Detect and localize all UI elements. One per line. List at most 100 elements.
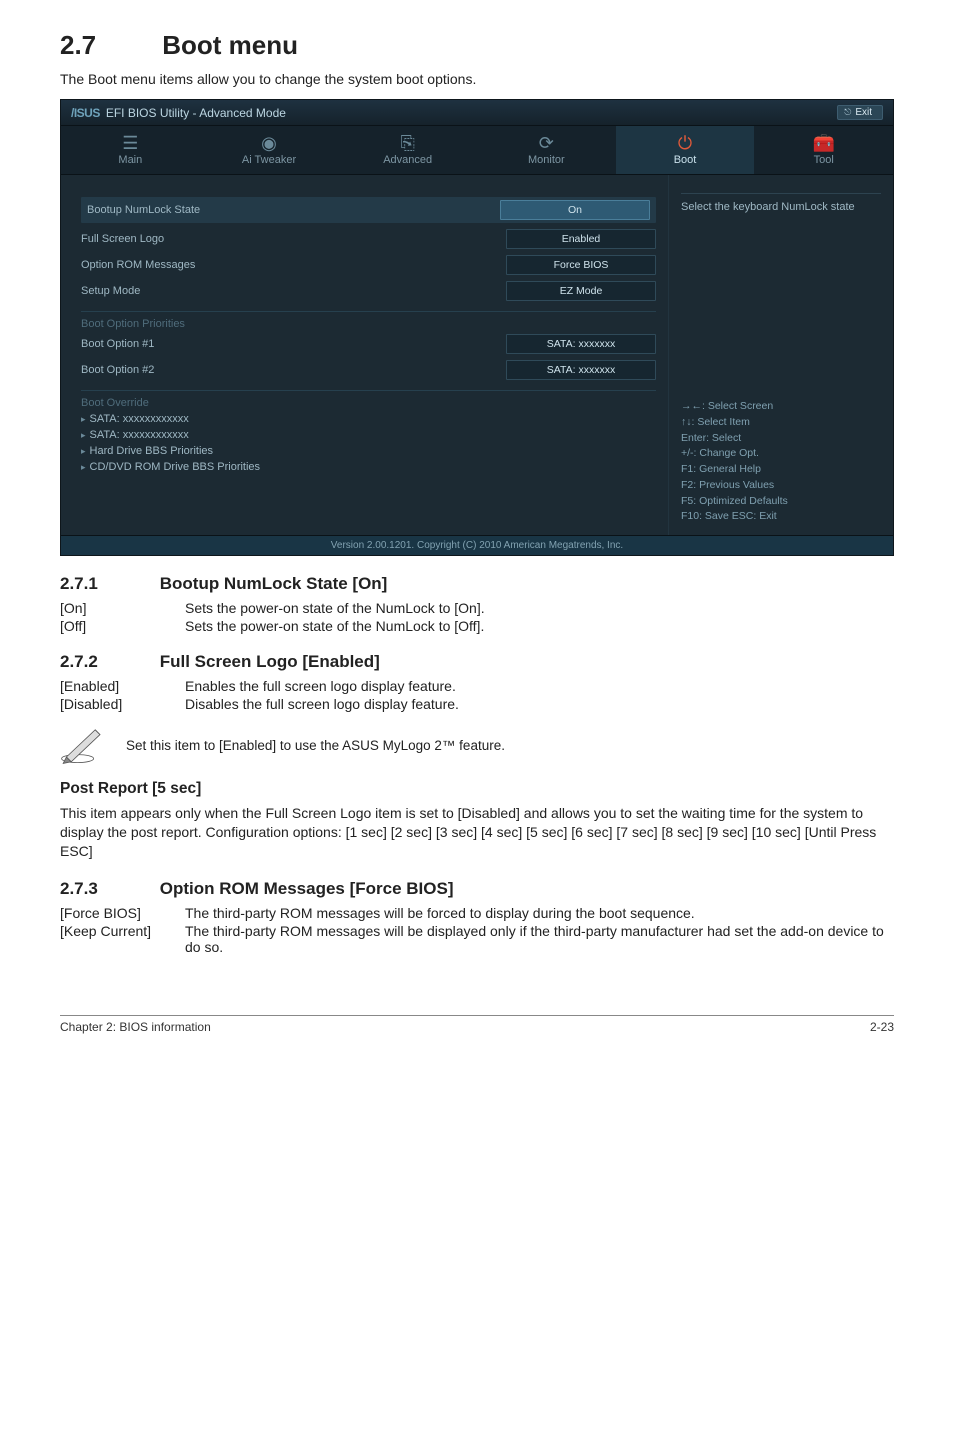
subsection-273-title: Option ROM Messages [Force BIOS]	[160, 879, 454, 898]
bios-keyhelp-line: F2: Previous Values	[681, 478, 881, 494]
subsection-273-heading: 2.7.3 Option ROM Messages [Force BIOS]	[60, 879, 894, 899]
def-on: [On] Sets the power-on state of the NumL…	[60, 600, 894, 616]
def-disabled-val: Disables the full screen logo display fe…	[185, 696, 894, 712]
bios-override-header: Boot Override	[81, 390, 656, 409]
page-footer: Chapter 2: BIOS information 2-23	[60, 1015, 894, 1034]
bios-logo-prefix: /ISUS	[71, 106, 100, 120]
def-on-val: Sets the power-on state of the NumLock t…	[185, 600, 894, 616]
bios-override-hdd[interactable]: Hard Drive BBS Priorities	[81, 445, 656, 457]
bios-override-sata2[interactable]: SATA: xxxxxxxxxxxx	[81, 429, 656, 441]
section-intro: The Boot menu items allow you to change …	[60, 71, 894, 87]
bios-exit-label: Exit	[855, 107, 872, 118]
bios-override-hdd-label: Hard Drive BBS Priorities	[90, 445, 213, 457]
bios-key-help: →←: Select Screen ↑↓: Select Item Enter:…	[681, 399, 881, 525]
advanced-icon: ⎘	[338, 134, 477, 152]
bios-keyhelp-line: ↑↓: Select Item	[681, 415, 881, 431]
deflist-272: [Enabled] Enables the full screen logo d…	[60, 678, 894, 712]
bios-row-optrom[interactable]: Option ROM Messages Force BIOS	[81, 255, 656, 275]
subsection-271-title: Bootup NumLock State [On]	[160, 574, 388, 593]
bios-help-text: Select the keyboard NumLock state	[681, 193, 881, 214]
bios-row-setupmode[interactable]: Setup Mode EZ Mode	[81, 281, 656, 301]
tool-icon: 🧰	[754, 134, 893, 152]
post-report-body: This item appears only when the Full Scr…	[60, 804, 894, 861]
footer-page-number: 2-23	[870, 1020, 894, 1034]
bios-version-footer: Version 2.00.1201. Copyright (C) 2010 Am…	[61, 535, 893, 555]
bios-exit-button[interactable]: Exit	[837, 105, 883, 120]
bios-keyhelp-line: →←: Select Screen	[681, 399, 881, 415]
bios-numlock-value[interactable]: On	[500, 200, 650, 220]
pen-icon	[60, 724, 108, 766]
bios-fslogo-label: Full Screen Logo	[81, 233, 506, 245]
subsection-271-heading: 2.7.1 Bootup NumLock State [On]	[60, 574, 894, 594]
def-disabled-key: [Disabled]	[60, 696, 185, 712]
bios-tab-advanced-label: Advanced	[383, 154, 432, 166]
def-keepcurrent: [Keep Current] The third-party ROM messa…	[60, 923, 894, 955]
bios-tab-boot[interactable]: ⏻ Boot	[616, 126, 755, 174]
tweaker-icon: ◉	[200, 134, 339, 152]
bios-keyhelp-line: Enter: Select	[681, 431, 881, 447]
bios-header-title: EFI BIOS Utility - Advanced Mode	[106, 106, 286, 120]
note-text: Set this item to [Enabled] to use the AS…	[126, 738, 505, 753]
bios-keyhelp-line: F10: Save ESC: Exit	[681, 509, 881, 525]
bios-fslogo-value[interactable]: Enabled	[506, 229, 656, 249]
bios-optrom-value[interactable]: Force BIOS	[506, 255, 656, 275]
bios-tab-monitor[interactable]: ⟳Monitor	[477, 126, 616, 174]
bios-row-bootopt2[interactable]: Boot Option #2 SATA: xxxxxxx	[81, 360, 656, 380]
subsection-271-num: 2.7.1	[60, 574, 155, 594]
bios-setupmode-value[interactable]: EZ Mode	[506, 281, 656, 301]
bios-main-panel: Bootup NumLock State On Full Screen Logo…	[61, 175, 668, 535]
def-off-val: Sets the power-on state of the NumLock t…	[185, 618, 894, 634]
list-icon: ☰	[61, 134, 200, 152]
bios-logo: /ISUS	[71, 106, 100, 120]
deflist-271: [On] Sets the power-on state of the NumL…	[60, 600, 894, 634]
bios-keyhelp-line: F1: General Help	[681, 462, 881, 478]
def-enabled-key: [Enabled]	[60, 678, 185, 694]
def-keepcurrent-val: The third-party ROM messages will be dis…	[185, 923, 894, 955]
bios-tab-advanced[interactable]: ⎘ Advanced	[338, 126, 477, 174]
post-report-heading: Post Report [5 sec]	[60, 780, 894, 798]
def-keepcurrent-key: [Keep Current]	[60, 923, 185, 955]
bios-bootopt1-value[interactable]: SATA: xxxxxxx	[506, 334, 656, 354]
bios-tab-bar: ☰ Main ◉ Ai Tweaker ⎘ Advanced ⟳Monitor ⏻ Bo…	[61, 126, 893, 175]
subsection-272-title: Full Screen Logo [Enabled]	[160, 652, 380, 671]
def-forcebios-key: [Force BIOS]	[60, 905, 185, 921]
def-enabled: [Enabled] Enables the full screen logo d…	[60, 678, 894, 694]
bios-tab-boot-label: Boot	[674, 154, 697, 166]
bios-numlock-label: Bootup NumLock State	[87, 204, 500, 216]
bios-tab-main-label: Main	[118, 154, 142, 166]
def-enabled-val: Enables the full screen logo display fea…	[185, 678, 894, 694]
bios-body: Bootup NumLock State On Full Screen Logo…	[61, 175, 893, 535]
bios-tab-tool[interactable]: 🧰 Tool	[754, 126, 893, 174]
bios-tab-tool-label: Tool	[814, 154, 834, 166]
bios-tab-tweaker-label: Ai Tweaker	[242, 154, 296, 166]
power-icon: ⏻	[616, 134, 755, 152]
subsection-272-heading: 2.7.2 Full Screen Logo [Enabled]	[60, 652, 894, 672]
def-forcebios-val: The third-party ROM messages will be for…	[185, 905, 894, 921]
bios-tab-main[interactable]: ☰ Main	[61, 126, 200, 174]
subsection-273-num: 2.7.3	[60, 879, 155, 899]
bios-keyhelp-line: +/-: Change Opt.	[681, 446, 881, 462]
bios-row-fslogo[interactable]: Full Screen Logo Enabled	[81, 229, 656, 249]
bios-setupmode-label: Setup Mode	[81, 285, 506, 297]
subsection-272-num: 2.7.2	[60, 652, 155, 672]
bios-tab-tweaker[interactable]: ◉ Ai Tweaker	[200, 126, 339, 174]
def-off-key: [Off]	[60, 618, 185, 634]
section-title-text: Boot menu	[162, 30, 298, 60]
bios-optrom-label: Option ROM Messages	[81, 259, 506, 271]
def-off: [Off] Sets the power-on state of the Num…	[60, 618, 894, 634]
bios-override-cddvd-label: CD/DVD ROM Drive BBS Priorities	[90, 461, 261, 473]
bios-row-numlock[interactable]: Bootup NumLock State On	[81, 197, 656, 223]
bios-priorities-header: Boot Option Priorities	[81, 311, 656, 330]
section-number: 2.7	[60, 30, 155, 61]
section-heading: 2.7 Boot menu	[60, 30, 894, 61]
bios-override-sata2-label: SATA: xxxxxxxxxxxx	[90, 429, 189, 441]
bios-bootopt2-label: Boot Option #2	[81, 364, 506, 376]
bios-row-bootopt1[interactable]: Boot Option #1 SATA: xxxxxxx	[81, 334, 656, 354]
bios-bootopt2-value[interactable]: SATA: xxxxxxx	[506, 360, 656, 380]
bios-side-panel: Select the keyboard NumLock state →←: Se…	[668, 175, 893, 535]
bios-bootopt1-label: Boot Option #1	[81, 338, 506, 350]
bios-tab-monitor-label: Monitor	[528, 154, 565, 166]
bios-override-sata1-label: SATA: xxxxxxxxxxxx	[90, 413, 189, 425]
bios-override-sata1[interactable]: SATA: xxxxxxxxxxxx	[81, 413, 656, 425]
bios-override-cddvd[interactable]: CD/DVD ROM Drive BBS Priorities	[81, 461, 656, 473]
